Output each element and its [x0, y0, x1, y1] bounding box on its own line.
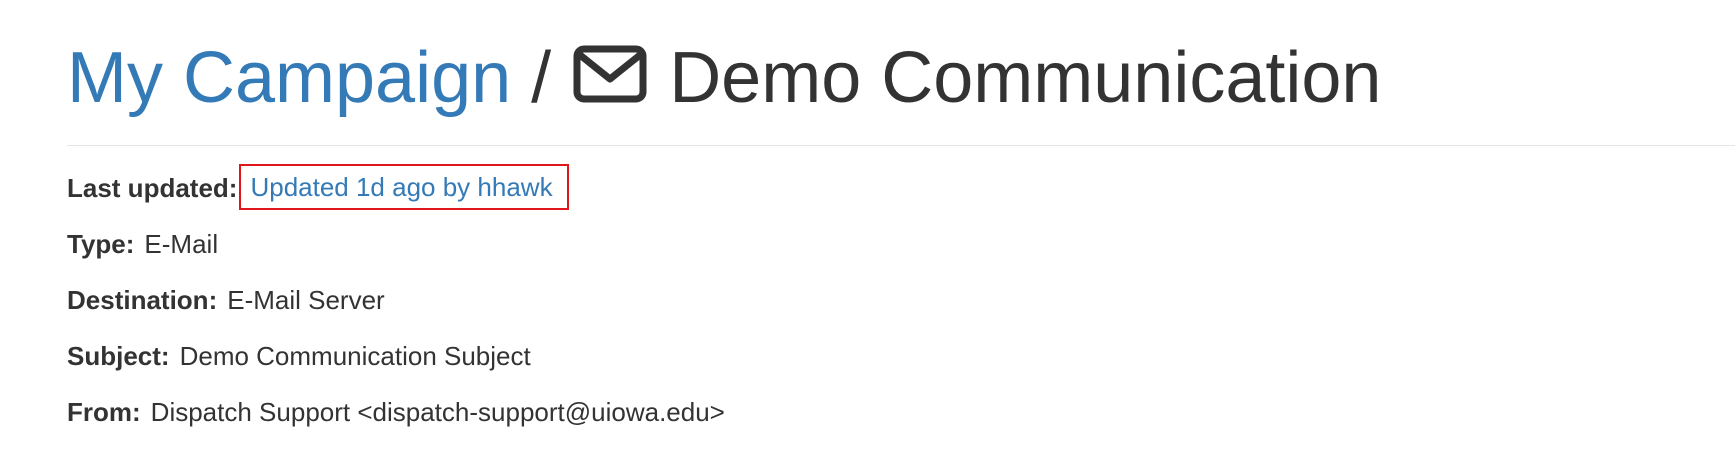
type-row: Type: E-Mail [67, 229, 725, 285]
destination-row: Destination: E-Mail Server [67, 285, 725, 341]
header-divider [67, 145, 1735, 146]
breadcrumb-separator: / [531, 38, 552, 118]
from-value: Dispatch Support <dispatch-support@uiowa… [150, 397, 725, 427]
from-label: From: [67, 397, 141, 427]
communication-page: My Campaign / Demo Communication Last up… [0, 0, 1735, 449]
last-updated-row: Last updated: Updated 1d ago by hhawk [67, 164, 725, 229]
destination-label: Destination: [67, 285, 218, 315]
destination-value: E-Mail Server [227, 285, 385, 315]
subject-row: Subject: Demo Communication Subject [67, 341, 725, 397]
subject-label: Subject: [67, 341, 170, 371]
type-value: E-Mail [144, 229, 219, 259]
last-updated-link[interactable]: Updated 1d ago by hhawk [239, 164, 569, 210]
campaign-link[interactable]: My Campaign [67, 34, 511, 122]
envelope-icon [573, 45, 647, 103]
type-label: Type: [67, 229, 135, 259]
subject-value: Demo Communication Subject [179, 341, 531, 371]
communication-title: Demo Communication [669, 38, 1382, 118]
last-updated-label: Last updated: [67, 173, 238, 203]
communication-details: Last updated: Updated 1d ago by hhawk Ty… [67, 164, 725, 449]
from-row: From: Dispatch Support <dispatch-support… [67, 397, 725, 449]
page-header: My Campaign / Demo Communication [67, 34, 1381, 122]
